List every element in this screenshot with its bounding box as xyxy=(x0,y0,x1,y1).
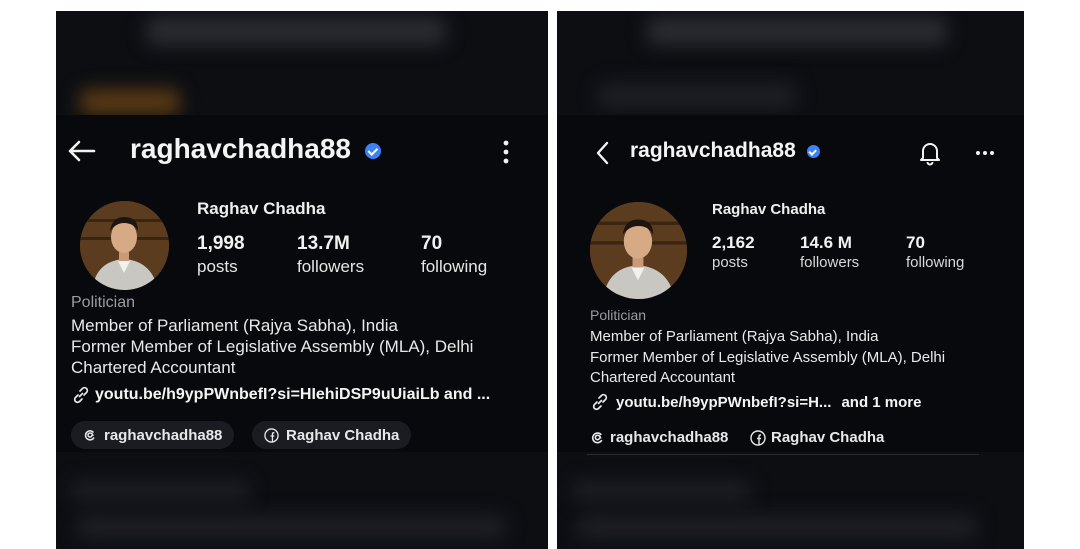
threads-link[interactable]: raghavchadha88 xyxy=(590,429,728,446)
vertical-dots-icon[interactable] xyxy=(502,139,510,165)
display-name: Raghav Chadha xyxy=(712,201,826,218)
stat-label: followers xyxy=(800,254,860,271)
facebook-icon xyxy=(264,427,279,443)
threads-chip-label: raghavchadha88 xyxy=(104,426,223,444)
verified-badge-icon xyxy=(364,142,381,159)
bio-line: Member of Parliament (Rajya Sabha), Indi… xyxy=(71,316,398,335)
facebook-chip[interactable]: Raghav Chadha xyxy=(252,421,412,449)
stat-value: 70 xyxy=(421,233,443,254)
bio-line: Member of Parliament (Rajya Sabha), Indi… xyxy=(590,328,879,345)
bio-line: Chartered Accountant xyxy=(71,358,236,377)
username-text: raghavchadha88 xyxy=(630,139,796,162)
stat-label: following xyxy=(421,257,488,276)
facebook-chip-label: Raghav Chadha xyxy=(286,426,400,444)
profile-category: Politician xyxy=(590,307,647,323)
profile-card: raghavchadha88 Raghav Chadha 1,998 posts xyxy=(56,115,548,452)
blurred-story-highlight xyxy=(80,89,180,115)
panel-divider xyxy=(548,11,557,549)
avatar[interactable] xyxy=(80,201,169,290)
blurred-content-row xyxy=(577,515,977,539)
blurred-content-row xyxy=(571,481,751,501)
stat-following[interactable]: 70 following xyxy=(906,233,964,271)
blurred-status-bar xyxy=(146,17,446,45)
blurred-content-row xyxy=(76,515,506,539)
stat-value: 2,162 xyxy=(712,233,755,252)
link-more-text[interactable]: and 1 more xyxy=(841,394,921,411)
stat-posts[interactable]: 2,162 posts xyxy=(712,233,755,271)
profile-username: raghavchadha88 xyxy=(630,139,820,163)
stat-value: 13.7M xyxy=(297,233,350,254)
profile-photo-icon xyxy=(590,202,687,299)
stat-value: 70 xyxy=(906,233,925,252)
stat-label: followers xyxy=(297,257,365,276)
avatar[interactable] xyxy=(590,202,687,299)
blurred-status-bar xyxy=(647,17,947,45)
profile-bio: Member of Parliament (Rajya Sabha), Indi… xyxy=(71,315,473,378)
facebook-link[interactable]: Raghav Chadha xyxy=(750,429,884,446)
arrow-left-icon[interactable] xyxy=(66,139,96,163)
profile-bio: Member of Parliament (Rajya Sabha), Indi… xyxy=(590,327,945,389)
threads-icon xyxy=(84,430,95,441)
blurred-story-highlight xyxy=(597,83,797,109)
right-profile-screenshot: raghavchadha88 Raghav Chadha 2,162 posts… xyxy=(557,11,1024,549)
profile-link-text: youtu.be/h9ypPWnbefI?si=HIehiDSP9uUiaiLb… xyxy=(95,386,491,403)
stat-followers[interactable]: 13.7M followers xyxy=(297,233,364,277)
stat-following[interactable]: 70 following xyxy=(421,233,487,277)
profile-link[interactable]: youtu.be/h9ypPWnbefI?si=HIehiDSP9uUiaiLb… xyxy=(71,385,490,405)
stat-label: posts xyxy=(712,254,748,271)
stat-followers[interactable]: 14.6 M followers xyxy=(800,233,859,271)
facebook-icon xyxy=(750,429,766,446)
display-name: Raghav Chadha xyxy=(197,199,326,218)
horizontal-dots-icon[interactable] xyxy=(975,150,995,156)
profile-username: raghavchadha88 xyxy=(130,133,381,165)
stat-label: following xyxy=(906,254,965,271)
profile-photo-icon xyxy=(80,201,169,290)
link-icon xyxy=(73,386,89,404)
username-text: raghavchadha88 xyxy=(130,133,351,164)
threads-icon xyxy=(591,432,603,444)
profile-category: Politician xyxy=(71,294,136,311)
profile-link-text: youtu.be/h9ypPWnbefI?si=H... xyxy=(616,393,832,411)
left-profile-screenshot: raghavchadha88 Raghav Chadha 1,998 posts xyxy=(56,11,548,549)
profile-link[interactable]: youtu.be/h9ypPWnbefI?si=H... and 1 more xyxy=(590,392,921,412)
stat-value: 14.6 M xyxy=(800,233,852,252)
bio-line: Former Member of Legislative Assembly (M… xyxy=(590,348,946,366)
bio-line: Former Member of Legislative Assembly (M… xyxy=(71,337,474,356)
bio-line: Chartered Accountant xyxy=(590,369,736,386)
verified-badge-icon xyxy=(806,144,820,158)
threads-chip[interactable]: raghavchadha88 xyxy=(71,421,235,449)
bell-icon[interactable] xyxy=(918,140,942,166)
stat-value: 1,998 xyxy=(197,233,245,254)
profile-card: raghavchadha88 Raghav Chadha 2,162 posts… xyxy=(557,115,1024,455)
section-divider xyxy=(587,454,979,455)
chevron-left-icon[interactable] xyxy=(595,141,609,165)
blurred-content-row xyxy=(70,481,250,501)
threads-link-label: raghavchadha88 xyxy=(610,429,729,446)
link-icon xyxy=(592,393,608,411)
stat-posts[interactable]: 1,998 posts xyxy=(197,233,245,277)
facebook-link-label: Raghav Chadha xyxy=(771,429,885,446)
stat-label: posts xyxy=(197,257,238,276)
